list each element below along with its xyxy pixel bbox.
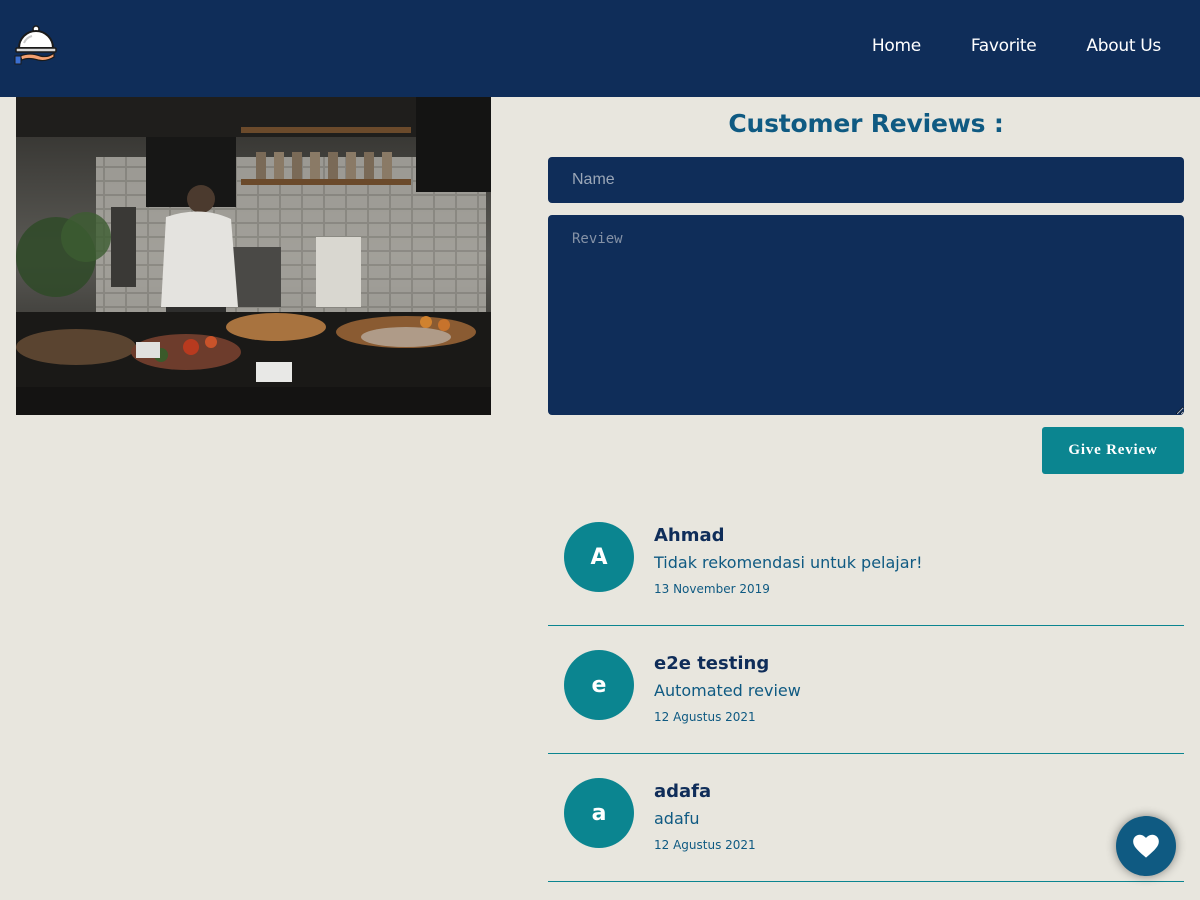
nav-home-link[interactable]: Home xyxy=(872,36,921,56)
review-text: Automated review xyxy=(654,681,801,700)
review-item: e e2e testing Automated review 12 Agustu… xyxy=(548,626,1184,754)
food-cloche-logo-icon[interactable] xyxy=(14,24,58,66)
review-date: 12 Agustus 2021 xyxy=(654,838,756,852)
review-item: a adafa adafu 12 Agustus 2021 xyxy=(548,754,1184,882)
review-list: A Ahmad Tidak rekomendasi untuk pelajar!… xyxy=(548,498,1184,882)
favorite-fab-button[interactable] xyxy=(1116,816,1176,876)
reviewer-name: e2e testing xyxy=(654,653,770,674)
review-item: A Ahmad Tidak rekomendasi untuk pelajar!… xyxy=(548,498,1184,626)
nav-about-link[interactable]: About Us xyxy=(1086,36,1161,56)
name-input[interactable] xyxy=(548,157,1184,203)
give-review-button[interactable]: Give Review xyxy=(1042,427,1184,474)
review-text: adafu xyxy=(654,809,700,828)
heart-icon xyxy=(1133,834,1159,858)
main-nav: Home Favorite About Us xyxy=(872,36,1161,56)
review-textarea[interactable] xyxy=(548,215,1184,415)
avatar: a xyxy=(564,778,634,848)
app-header: Home Favorite About Us xyxy=(0,0,1200,97)
avatar: e xyxy=(564,650,634,720)
review-text: Tidak rekomendasi untuk pelajar! xyxy=(654,553,923,572)
reviewer-name: Ahmad xyxy=(654,525,725,546)
reviewer-name: adafa xyxy=(654,781,712,802)
review-date: 12 Agustus 2021 xyxy=(654,710,756,724)
review-date: 13 November 2019 xyxy=(654,582,770,596)
avatar: A xyxy=(564,522,634,592)
restaurant-photo xyxy=(16,97,491,415)
reviews-title: Customer Reviews : xyxy=(728,109,1004,138)
nav-favorite-link[interactable]: Favorite xyxy=(971,36,1037,56)
